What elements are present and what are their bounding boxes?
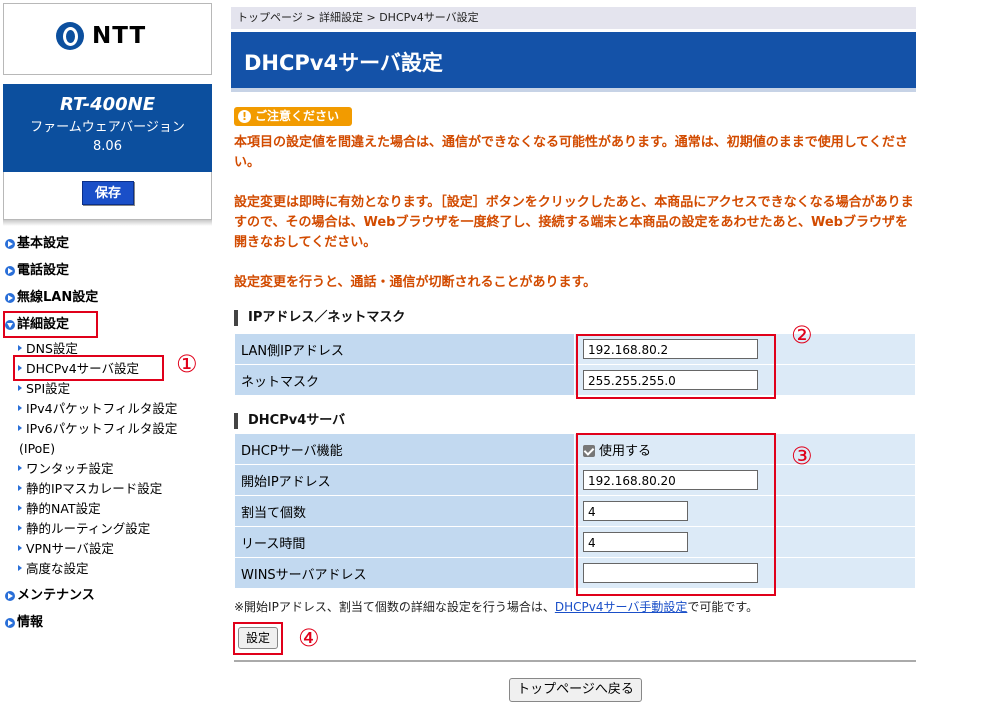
nav-sub-label: IPv4パケットフィルタ設定	[26, 401, 178, 416]
triangle-right-icon	[18, 405, 22, 411]
nav-sub-onetouch[interactable]: ワンタッチ設定	[0, 459, 214, 479]
nav-label: 電話設定	[17, 263, 70, 278]
start-ip-label: 開始IPアドレス	[234, 464, 575, 496]
annotation-box-dhcpv4-menu	[13, 355, 164, 381]
warning-text-2: 設定変更は即時に有効となります。［設定］ボタンをクリックしたあと、本商品にアクセ…	[234, 195, 914, 250]
nav-sub-label: 静的ルーティング設定	[26, 521, 151, 536]
nav-item-info[interactable]: 情報	[0, 613, 214, 640]
section-heading-dhcp: DHCPv4サーバ	[234, 413, 345, 429]
annotation-box-ip	[576, 334, 776, 399]
dhcp-function-label: DHCPサーバ機能	[234, 433, 575, 465]
annotation-box-dhcp	[576, 433, 776, 596]
model-name: RT-400NE	[59, 94, 156, 115]
caution-badge: ! ご注意ください	[234, 107, 352, 126]
arrow-right-icon	[5, 266, 15, 276]
lan-ip-label: LAN側IPアドレス	[234, 333, 575, 365]
table-row: 割当て個数 4	[234, 495, 916, 527]
table-row: LAN側IPアドレス 192.168.80.2	[234, 333, 916, 365]
nav-label: 情報	[17, 615, 44, 630]
triangle-right-icon	[18, 345, 22, 351]
nav-sub-static-route[interactable]: 静的ルーティング設定	[0, 519, 214, 539]
manual-setting-note: ※開始IPアドレス、割当て個数の詳細な設定を行う場合は、DHCPv4サーバ手動設…	[234, 598, 758, 615]
nav-sub-label: 静的IPマスカレード設定	[26, 481, 163, 496]
annotation-number-3: ③	[791, 442, 813, 470]
triangle-right-icon	[18, 505, 22, 511]
triangle-right-icon	[18, 525, 22, 531]
arrow-right-icon	[5, 591, 15, 601]
nav-label: 無線LAN設定	[17, 290, 99, 305]
table-row: WINSサーバアドレス	[234, 557, 916, 589]
table-row: ネットマスク 255.255.255.0	[234, 364, 916, 396]
triangle-right-icon	[18, 545, 22, 551]
nav-label: 基本設定	[17, 236, 70, 251]
annotation-box-set	[233, 622, 283, 655]
triangle-right-icon	[18, 425, 22, 431]
caution-label: ご注意ください	[255, 109, 340, 123]
logo-text: NTT	[92, 23, 147, 49]
arrow-right-icon	[5, 239, 15, 249]
table-row: 開始IPアドレス 192.168.80.20	[234, 464, 916, 496]
title-bar: DHCPv4サーバ設定	[231, 32, 916, 92]
product-info: RT-400NE ファームウェアバージョン 8.06	[3, 84, 212, 172]
nav-sub-ipv6-filter[interactable]: IPv6パケットフィルタ設定	[0, 419, 214, 439]
nav-sub-label: ワンタッチ設定	[26, 461, 114, 476]
nav-sub-label: IPv6パケットフィルタ設定	[26, 421, 178, 436]
arrow-right-icon	[5, 618, 15, 628]
divider	[234, 660, 916, 662]
nav-sub-vpn[interactable]: VPNサーバ設定	[0, 539, 214, 559]
nav-sub-label: DNS設定	[26, 341, 78, 356]
warning-text-1: 本項目の設定値を間違えた場合は、通信ができなくなる可能性があります。通常は、初期…	[234, 135, 908, 170]
wins-label: WINSサーバアドレス	[234, 557, 575, 589]
nav-sub-label: 静的NAT設定	[26, 501, 101, 516]
nav-sub-label: SPI設定	[26, 381, 71, 396]
section-heading-ip: IPアドレス／ネットマスク	[234, 310, 405, 326]
note-suffix: で可能です。	[687, 600, 759, 614]
logo-box: NTT	[3, 3, 212, 75]
divider	[3, 220, 212, 226]
nav-label: メンテナンス	[17, 588, 95, 603]
arrow-right-icon	[5, 293, 15, 303]
nav-sub-spi[interactable]: SPI設定	[0, 379, 214, 399]
nav-sub-ipoe[interactable]: (IPoE)	[0, 439, 214, 459]
dhcp-settings-table: DHCPサーバ機能 使用する 開始IPアドレス 192.168.80.20 割当…	[234, 433, 916, 589]
firmware-version: 8.06	[93, 139, 122, 154]
table-row: DHCPサーバ機能 使用する	[234, 433, 916, 465]
triangle-right-icon	[18, 485, 22, 491]
nav-sub-ipv4-filter[interactable]: IPv4パケットフィルタ設定	[0, 399, 214, 419]
nav-sub-label: 高度な設定	[26, 561, 89, 576]
nav-item-basic[interactable]: 基本設定	[0, 234, 214, 261]
save-area: 保存	[3, 172, 212, 220]
note-prefix: ※開始IPアドレス、割当て個数の詳細な設定を行う場合は、	[234, 600, 555, 614]
triangle-right-icon	[18, 465, 22, 471]
ntt-logo-icon	[56, 22, 84, 50]
firmware-label: ファームウェアバージョン	[30, 120, 185, 135]
nav-sub-label: (IPoE)	[19, 441, 56, 456]
triangle-right-icon	[18, 565, 22, 571]
nav-sub-static-nat[interactable]: 静的NAT設定	[0, 499, 214, 519]
nav-item-maintenance[interactable]: メンテナンス	[0, 586, 214, 613]
exclamation-icon: !	[238, 110, 251, 123]
back-to-top-button[interactable]: トップページへ戻る	[509, 678, 642, 702]
annotation-number-1: ①	[176, 350, 198, 378]
lease-time-label: リース時間	[234, 526, 575, 558]
nav-sub-label: VPNサーバ設定	[26, 541, 114, 556]
table-row: リース時間 4	[234, 526, 916, 558]
ip-settings-table: LAN側IPアドレス 192.168.80.2 ネットマスク 255.255.2…	[234, 333, 916, 396]
annotation-number-4: ④	[298, 624, 320, 652]
nav-sub-static-masq[interactable]: 静的IPマスカレード設定	[0, 479, 214, 499]
nav-sub-advanced[interactable]: 高度な設定	[0, 559, 214, 579]
annotation-box-advanced	[3, 311, 98, 338]
allocation-count-label: 割当て個数	[234, 495, 575, 527]
warning-text-3: 設定変更を行うと、通話・通信が切断されることがあります。	[234, 275, 597, 290]
breadcrumb: トップページ > 詳細設定 > DHCPv4サーバ設定	[231, 7, 916, 29]
triangle-right-icon	[18, 385, 22, 391]
save-button[interactable]: 保存	[82, 181, 134, 205]
dhcpv4-manual-link[interactable]: DHCPv4サーバ手動設定	[555, 600, 688, 614]
netmask-label: ネットマスク	[234, 364, 575, 396]
sidebar-nav: 基本設定 電話設定 無線LAN設定 詳細設定 DNS設定 DHCPv4サーバ設定…	[0, 234, 214, 640]
ntt-logo: NTT	[56, 22, 146, 50]
nav-item-phone[interactable]: 電話設定	[0, 261, 214, 288]
annotation-number-2: ②	[791, 321, 813, 349]
page-title: DHCPv4サーバ設定	[244, 51, 443, 75]
